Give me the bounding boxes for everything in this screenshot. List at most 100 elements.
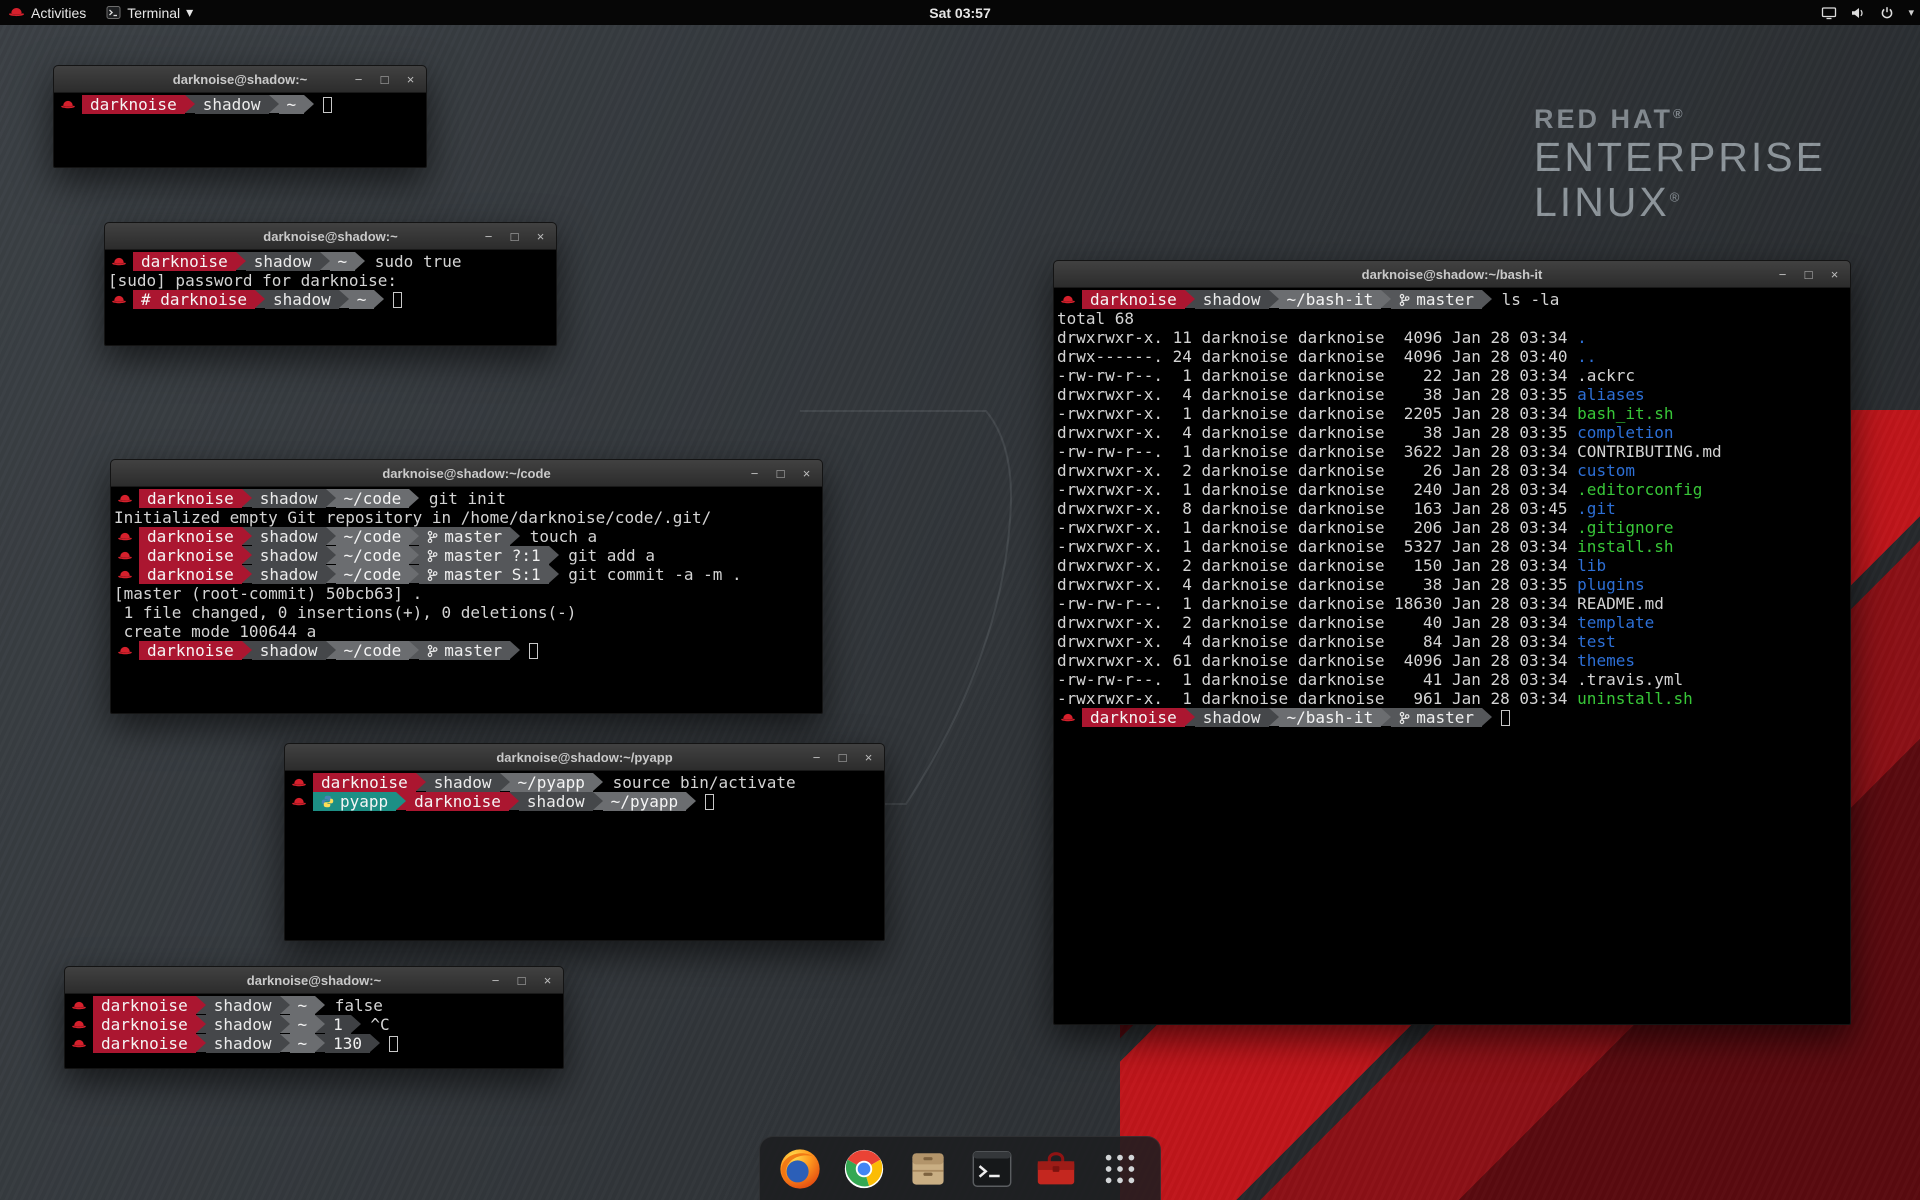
ls-file-name: test: [1577, 632, 1616, 651]
powerline-arrow: [326, 527, 336, 545]
close-button[interactable]: ×: [862, 750, 875, 765]
app-grid-icon: [1101, 1150, 1139, 1188]
ls-line-meta: -rw-rw-r--. 1 darknoise darknoise 41 Jan…: [1057, 670, 1577, 689]
titlebar[interactable]: darknoise@shadow:~ − □ ×: [65, 967, 563, 994]
branch-icon: [427, 530, 438, 544]
terminal-line: darknoiseshadow~ sudo true: [108, 252, 553, 271]
terminal-line: darknoiseshadow~/codemaster S:1 git comm…: [114, 565, 819, 584]
dock-item-software[interactable]: [1031, 1144, 1081, 1194]
prompt-segment-user: darknoise: [82, 95, 185, 114]
minimize-button[interactable]: −: [489, 973, 502, 988]
terminal-content[interactable]: darknoiseshadow~: [54, 93, 426, 116]
prompt-segment-host: shadow: [519, 792, 593, 811]
titlebar[interactable]: darknoise@shadow:~/bash-it − □ ×: [1054, 261, 1850, 288]
titlebar[interactable]: darknoise@shadow:~/pyapp − □ ×: [285, 744, 884, 771]
branch-icon: [427, 568, 438, 582]
prompt-segment-user: darknoise: [139, 565, 242, 584]
ls-line-meta: -rwxrwxr-x. 1 darknoise darknoise 961 Ja…: [1057, 689, 1577, 708]
prompt-segment-user: darknoise: [139, 641, 242, 660]
ls-file-name: .: [1577, 328, 1587, 347]
power-icon[interactable]: [1879, 5, 1895, 21]
titlebar[interactable]: darknoise@shadow:~ − □ ×: [105, 223, 556, 250]
terminal-line: -rw-rw-r--. 1 darknoise darknoise 41 Jan…: [1057, 670, 1847, 689]
maximize-button[interactable]: □: [508, 229, 521, 244]
terminal-content[interactable]: darknoiseshadow~/pyapp source bin/activa…: [285, 771, 884, 813]
activities-button[interactable]: Activities: [8, 5, 86, 21]
firefox-icon: [777, 1146, 823, 1192]
maximize-button[interactable]: □: [378, 72, 391, 87]
redhat-icon: [117, 527, 133, 546]
close-button[interactable]: ×: [1828, 267, 1841, 282]
clock[interactable]: Sat 03:57: [929, 5, 990, 21]
volume-icon[interactable]: [1850, 5, 1866, 21]
redhat-icon: [1060, 290, 1076, 309]
app-menu[interactable]: Terminal ▾: [106, 4, 193, 21]
minimize-button[interactable]: −: [748, 466, 761, 481]
terminal-line: create mode 100644 a: [114, 622, 819, 641]
branch-icon: [427, 549, 438, 563]
terminal-content[interactable]: darknoiseshadow~ sudo true[sudo] passwor…: [105, 250, 556, 311]
terminal-output-text: Initialized empty Git repository in /hom…: [114, 508, 711, 527]
dock-item-chrome[interactable]: [839, 1144, 889, 1194]
maximize-button[interactable]: □: [836, 750, 849, 765]
window-title: darknoise@shadow:~/code: [382, 466, 550, 481]
powerline-arrow: [326, 641, 336, 659]
ls-line-meta: -rw-rw-r--. 1 darknoise darknoise 22 Jan…: [1057, 366, 1577, 385]
terminal-content[interactable]: darknoiseshadow~ falsedarknoiseshadow~1 …: [65, 994, 563, 1055]
branding-redhat: RED HAT®: [1534, 104, 1826, 135]
terminal-content[interactable]: darknoiseshadow~/code git initInitialize…: [111, 487, 822, 662]
terminal-line: -rwxrwxr-x. 1 darknoise darknoise 5327 J…: [1057, 537, 1847, 556]
branch-icon: [1399, 711, 1410, 725]
powerline-arrow: [242, 527, 252, 545]
screen-icon[interactable]: [1821, 5, 1837, 21]
dock-item-terminal[interactable]: [967, 1144, 1017, 1194]
branch-icon: [1399, 293, 1410, 307]
powerline-arrow: [304, 95, 314, 113]
minimize-button[interactable]: −: [482, 229, 495, 244]
prompt-segment-user: darknoise: [133, 252, 236, 271]
terminal-window: darknoise@shadow:~/code − □ × darknoises…: [110, 459, 823, 714]
activities-label: Activities: [31, 5, 86, 21]
terminal-line: drwxrwxr-x. 2 darknoise darknoise 150 Ja…: [1057, 556, 1847, 575]
terminal-line: Initialized empty Git repository in /hom…: [114, 508, 819, 527]
maximize-button[interactable]: □: [1802, 267, 1815, 282]
prompt-segment-user: darknoise: [406, 792, 509, 811]
terminal-line: drwxrwxr-x. 8 darknoise darknoise 163 Ja…: [1057, 499, 1847, 518]
minimize-button[interactable]: −: [810, 750, 823, 765]
prompt-segment-user: darknoise: [1082, 708, 1185, 727]
maximize-button[interactable]: □: [515, 973, 528, 988]
powerline-arrow: [196, 1015, 206, 1033]
command-text: sudo true: [365, 252, 461, 271]
minimize-button[interactable]: −: [352, 72, 365, 87]
minimize-button[interactable]: −: [1776, 267, 1789, 282]
prompt-segment-user: darknoise: [139, 527, 242, 546]
ls-line-meta: -rw-rw-r--. 1 darknoise darknoise 3622 J…: [1057, 442, 1577, 461]
prompt-segment-path: ~/bash-it: [1279, 708, 1382, 727]
terminal-window: darknoise@shadow:~ − □ × darknoiseshadow…: [64, 966, 564, 1069]
titlebar[interactable]: darknoise@shadow:~/code − □ ×: [111, 460, 822, 487]
ls-line-meta: -rw-rw-r--. 1 darknoise darknoise 18630 …: [1057, 594, 1577, 613]
close-button[interactable]: ×: [800, 466, 813, 481]
terminal-cursor: [1501, 710, 1510, 726]
ls-line-meta: drwxrwxr-x. 4 darknoise darknoise 38 Jan…: [1057, 575, 1577, 594]
dock-item-files[interactable]: [903, 1144, 953, 1194]
close-button[interactable]: ×: [534, 229, 547, 244]
maximize-button[interactable]: □: [774, 466, 787, 481]
titlebar[interactable]: darknoise@shadow:~ − □ ×: [54, 66, 426, 93]
terminal-content[interactable]: darknoiseshadow~/bash-itmaster ls -latot…: [1054, 288, 1850, 729]
ls-line-meta: drwxrwxr-x. 2 darknoise darknoise 26 Jan…: [1057, 461, 1577, 480]
close-button[interactable]: ×: [541, 973, 554, 988]
dock-item-firefox[interactable]: [775, 1144, 825, 1194]
prompt-segment-git: master ?:1: [419, 546, 548, 565]
powerline-arrow: [1381, 708, 1391, 726]
dock-item-show-applications[interactable]: [1095, 1144, 1145, 1194]
terminal-line: [sudo] password for darknoise:: [108, 271, 553, 290]
close-button[interactable]: ×: [404, 72, 417, 87]
prompt-segment-host: shadow: [265, 290, 339, 309]
powerline-arrow: [315, 1034, 325, 1052]
powerline-arrow: [1482, 708, 1492, 726]
system-menu-chevron-icon[interactable]: ▾: [1908, 6, 1914, 19]
redhat-icon: [111, 290, 127, 309]
prompt-segment-host: shadow: [1195, 290, 1269, 309]
terminal-app-icon: [969, 1146, 1015, 1192]
